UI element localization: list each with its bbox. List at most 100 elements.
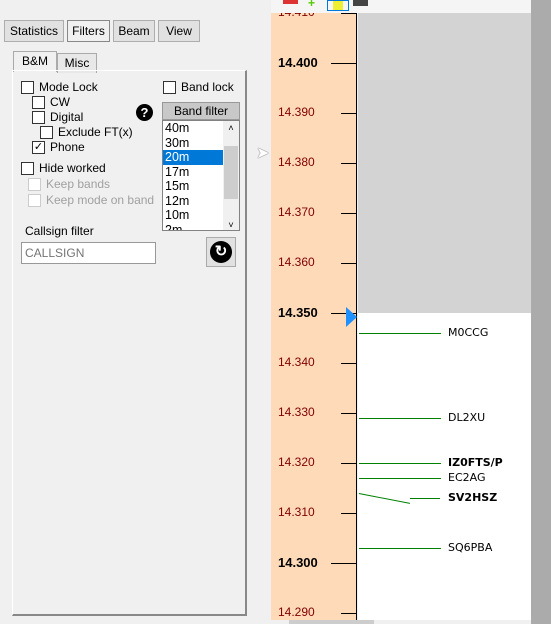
spot-line: [359, 418, 441, 419]
frequency-label: 14.310: [278, 505, 315, 519]
spot-line: [359, 463, 441, 464]
label: Mode Lock: [39, 80, 98, 94]
scale-tick: [341, 463, 356, 464]
checkbox-box[interactable]: [32, 110, 45, 124]
tab-filters[interactable]: Filters: [67, 20, 110, 42]
scale-tick: [341, 163, 356, 164]
spot-callsign[interactable]: DL2XU: [448, 411, 485, 424]
frequency-label: 14.370: [278, 205, 315, 219]
frequency-scale[interactable]: 14.410 14.400 14.390 14.380 14.370 14.360 14.3…: [271, 13, 357, 620]
refresh-button[interactable]: ↻: [206, 237, 236, 267]
checkbox-box[interactable]: [32, 95, 45, 109]
checkbox-box[interactable]: [163, 80, 176, 94]
scrollbar[interactable]: ˄ ˅: [223, 121, 239, 230]
frequency-label: 14.350: [278, 305, 318, 320]
frequency-label: 14.340: [278, 355, 315, 369]
scroll-up-icon[interactable]: ˄: [223, 121, 239, 135]
search-icon[interactable]: [353, 0, 368, 6]
band-item[interactable]: 17m: [163, 165, 223, 180]
band-item[interactable]: 40m: [163, 121, 223, 136]
frequency-label: 14.400: [278, 55, 318, 70]
label: Digital: [50, 110, 84, 124]
label: Keep mode on band: [46, 193, 155, 207]
frequency-label: 14.360: [278, 255, 315, 269]
scale-tick: [341, 13, 356, 14]
tab-bm[interactable]: B&M: [13, 51, 57, 72]
scale-tick: [341, 413, 356, 414]
spot-line: [410, 498, 440, 499]
spot-callsign[interactable]: M0CCG: [448, 326, 488, 339]
scale-tick: [331, 63, 356, 64]
callsign-filter-input[interactable]: [21, 242, 156, 264]
scale-tick: [341, 263, 356, 264]
hide-worked-checkbox[interactable]: Hide worked: [21, 160, 106, 176]
tab-view[interactable]: View: [158, 20, 200, 42]
scroll-thumb[interactable]: [224, 146, 238, 199]
scroll-down-icon[interactable]: ˅: [223, 220, 239, 230]
mouse-cursor-icon: ➤: [256, 145, 270, 162]
vertical-scrollbar[interactable]: [531, 0, 551, 624]
band-lock-checkbox[interactable]: Band lock: [163, 79, 234, 95]
band-item[interactable]: 15m: [163, 179, 223, 194]
spot-callsign[interactable]: SQ6PBA: [448, 541, 492, 554]
frequency-label: 14.390: [278, 105, 315, 119]
current-frequency-marker[interactable]: [346, 307, 357, 327]
toolbar: +: [271, 0, 531, 13]
exclude-ft-checkbox[interactable]: Exclude FT(x): [40, 124, 133, 140]
scale-tick: [341, 213, 356, 214]
label: CW: [50, 95, 70, 109]
band-item[interactable]: 20m: [163, 150, 223, 165]
band-item[interactable]: 12m: [163, 194, 223, 209]
scale-tick: [341, 613, 356, 614]
frequency-label: 14.330: [278, 405, 315, 419]
label: Hide worked: [39, 161, 106, 175]
scale-tick: [341, 363, 356, 364]
label: Keep bands: [46, 177, 111, 191]
keep-bands-checkbox: Keep bands: [28, 176, 110, 192]
spot-area[interactable]: [358, 313, 531, 620]
spot-line: [359, 478, 441, 479]
scale-tick: [341, 113, 356, 114]
check-icon[interactable]: ✓: [32, 140, 45, 154]
band-item[interactable]: 10m: [163, 208, 223, 223]
label: Exclude FT(x): [58, 125, 133, 139]
checkbox-box[interactable]: [21, 80, 34, 94]
mode-lock-checkbox[interactable]: Mode Lock: [21, 79, 98, 95]
out-of-band-area: [358, 13, 531, 313]
band-filter-list[interactable]: ˄ ˅ 40m 30m 20m 17m 15m 12m 10m 2m: [162, 120, 240, 231]
callsign-filter-label: Callsign filter: [25, 224, 94, 238]
keep-mode-checkbox: Keep mode on band: [28, 192, 154, 208]
spot-line: [359, 333, 441, 334]
note-icon[interactable]: [327, 0, 349, 11]
checkbox-box[interactable]: [40, 125, 53, 139]
label: Band lock: [181, 80, 234, 94]
frequency-label: 14.290: [278, 605, 315, 619]
spot-callsign[interactable]: SV2HSZ: [448, 491, 497, 504]
label: Phone: [50, 140, 85, 154]
add-icon[interactable]: +: [308, 0, 322, 10]
band-item[interactable]: 2m: [163, 223, 223, 231]
frequency-label: 14.380: [278, 155, 315, 169]
checkbox-box[interactable]: [21, 161, 34, 175]
frequency-label: 14.320: [278, 455, 315, 469]
cw-checkbox[interactable]: CW: [32, 94, 70, 110]
band-filter-header: Band filter: [162, 102, 240, 120]
band-item[interactable]: 30m: [163, 136, 223, 151]
spot-line: [359, 548, 441, 549]
phone-checkbox[interactable]: ✓ Phone: [32, 139, 85, 155]
digital-checkbox[interactable]: Digital: [32, 109, 83, 125]
tab-beam[interactable]: Beam: [113, 20, 155, 42]
delete-icon[interactable]: [283, 0, 298, 4]
question-circle-icon[interactable]: ?: [136, 104, 153, 121]
horizontal-scrollbar[interactable]: [271, 620, 531, 624]
spot-callsign[interactable]: EC2AG: [448, 471, 486, 484]
scale-tick: [341, 513, 356, 514]
refresh-icon: ↻: [210, 241, 232, 263]
frequency-label: 14.300: [278, 555, 318, 570]
tab-statistics[interactable]: Statistics: [4, 20, 64, 42]
checkbox-box: [28, 193, 41, 207]
checkbox-box: [28, 177, 41, 191]
spot-callsign[interactable]: IZ0FTS/P: [448, 456, 503, 469]
frequency-label: 14.410: [278, 13, 315, 19]
scale-tick: [331, 563, 356, 564]
